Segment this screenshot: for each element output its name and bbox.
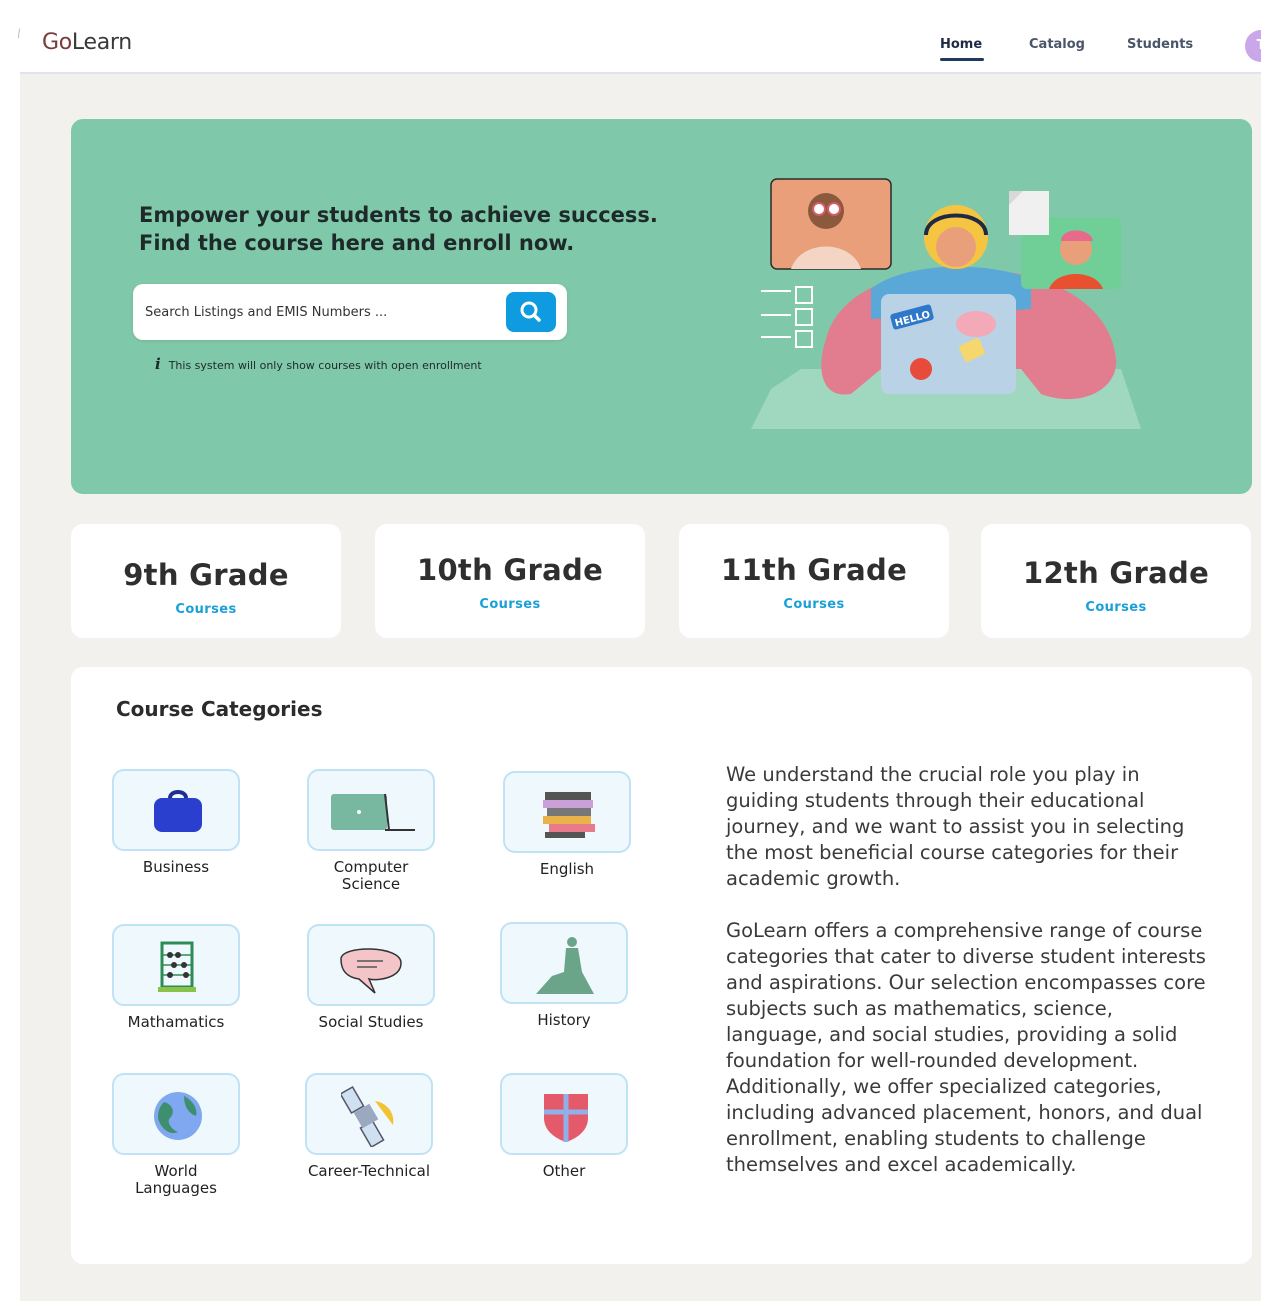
- grade-card-12[interactable]: 12th Grade Courses: [981, 524, 1251, 638]
- nav-catalog[interactable]: Catalog: [1029, 37, 1085, 52]
- enrollment-note: i This system will only show courses with…: [155, 355, 482, 373]
- briefcase-icon: [154, 790, 202, 832]
- hero-title-line1: Empower your students to achieve success…: [139, 203, 658, 227]
- grade-card-10[interactable]: 10th Grade Courses: [375, 524, 645, 638]
- category-tile[interactable]: [500, 922, 628, 1004]
- info-icon: i: [155, 355, 161, 373]
- globe-icon: [154, 1092, 202, 1140]
- category-career-technical[interactable]: Career-Technical: [304, 1073, 434, 1180]
- category-label: World Languages: [135, 1162, 217, 1197]
- nav-students[interactable]: Students: [1127, 37, 1193, 52]
- hero-banner: Empower your students to achieve success…: [71, 119, 1252, 494]
- nav-home[interactable]: Home: [940, 37, 982, 52]
- category-label: Business: [142, 858, 210, 876]
- laptop-icon: [331, 793, 415, 831]
- grade-card-11[interactable]: 11th Grade Courses: [679, 524, 949, 638]
- satellite-icon: [341, 1085, 394, 1147]
- category-english[interactable]: English: [502, 771, 632, 878]
- category-computer-science[interactable]: Computer Science: [306, 769, 436, 893]
- grade-card-title: 9th Grade: [123, 558, 289, 592]
- hero-title-line2: Find the course here and enroll now.: [139, 231, 575, 255]
- category-tile[interactable]: [112, 1073, 240, 1155]
- category-tile[interactable]: [500, 1073, 628, 1155]
- category-tile[interactable]: [307, 769, 435, 851]
- grade-card-9[interactable]: 9th Grade Courses: [71, 524, 341, 638]
- category-world-languages[interactable]: World Languages: [111, 1073, 241, 1197]
- video-call-window-1: [770, 178, 892, 270]
- grade-card-link[interactable]: Courses: [981, 600, 1251, 615]
- checklist-graphic: [761, 286, 813, 348]
- statue-icon: [536, 937, 594, 994]
- category-label: Computer Science: [333, 858, 409, 893]
- top-nav-bar: GoLearn Home Catalog Students T: [20, 0, 1261, 74]
- logo-go: Go: [42, 30, 72, 55]
- user-avatar[interactable]: T: [1245, 30, 1261, 62]
- category-tile[interactable]: [112, 769, 240, 851]
- grade-card-link[interactable]: Courses: [71, 602, 341, 617]
- grade-card-link[interactable]: Courses: [679, 597, 949, 612]
- search-bar: [133, 284, 567, 340]
- students-online-illustration: HELLO: [751, 178, 1141, 429]
- category-label: History: [537, 1011, 591, 1029]
- logo-learn: Learn: [71, 30, 132, 55]
- search-input[interactable]: [145, 298, 495, 326]
- category-social-studies[interactable]: Social Studies: [306, 924, 436, 1031]
- course-categories-panel: Course Categories Business Computer Scie…: [71, 667, 1252, 1264]
- grade-card-title: 11th Grade: [720, 553, 908, 587]
- category-label: Career-Technical: [307, 1162, 431, 1180]
- category-other[interactable]: Other: [499, 1073, 629, 1180]
- books-icon: [543, 792, 595, 838]
- grade-card-link[interactable]: Courses: [375, 597, 645, 612]
- course-categories-heading: Course Categories: [116, 697, 323, 721]
- nav-active-indicator: [940, 58, 984, 61]
- enrollment-note-text: This system will only show courses with …: [168, 359, 482, 372]
- document-graphic: [1009, 191, 1049, 235]
- description-paragraph-2: GoLearn offers a comprehensive range of …: [726, 919, 1206, 1176]
- category-business[interactable]: Business: [111, 769, 241, 876]
- category-history[interactable]: History: [499, 922, 629, 1029]
- description-paragraph-1: We understand the crucial role you play …: [726, 763, 1185, 890]
- hero-title: Empower your students to achieve success…: [139, 201, 699, 257]
- grade-card-title: 10th Grade: [416, 553, 604, 587]
- search-icon: [520, 301, 541, 322]
- category-tile[interactable]: [112, 924, 240, 1006]
- shield-icon: [544, 1094, 588, 1142]
- abacus-icon: [158, 941, 196, 992]
- app: GoLearn Home Catalog Students T Empower …: [20, 0, 1261, 1301]
- category-mathematics[interactable]: Mathamatics: [111, 924, 241, 1031]
- category-tile[interactable]: [305, 1073, 433, 1155]
- category-label: English: [539, 860, 595, 878]
- search-button[interactable]: [506, 292, 556, 332]
- category-label: Social Studies: [318, 1013, 424, 1031]
- speech-bubble-icon: [340, 948, 402, 994]
- category-label: Other: [542, 1162, 586, 1180]
- grade-card-title: 12th Grade: [1022, 556, 1210, 590]
- golearn-logo[interactable]: GoLearn: [42, 30, 132, 55]
- category-tile[interactable]: [503, 771, 631, 853]
- course-categories-description: We understand the crucial role you play …: [726, 762, 1216, 1178]
- category-tile[interactable]: [307, 924, 435, 1006]
- category-label: Mathamatics: [127, 1013, 225, 1031]
